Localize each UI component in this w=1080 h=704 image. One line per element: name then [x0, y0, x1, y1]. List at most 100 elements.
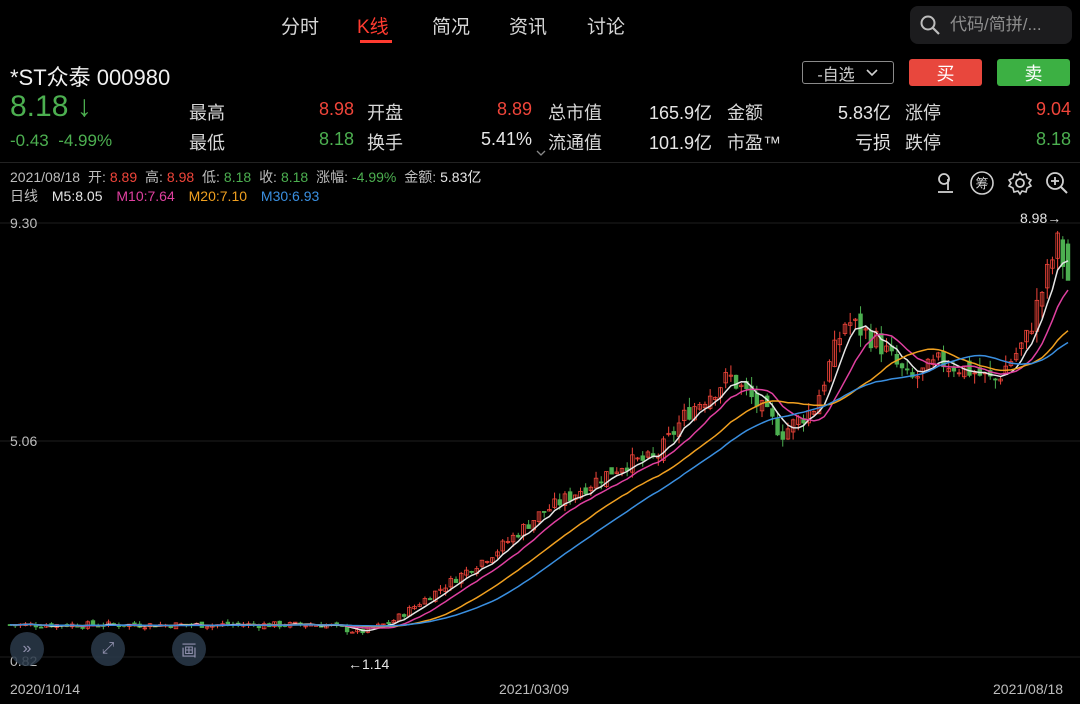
- draw-button[interactable]: 画: [172, 632, 206, 666]
- watchlist-dropdown[interactable]: -自选: [802, 61, 894, 84]
- down-arrow-icon: ↓: [76, 90, 92, 123]
- buy-button[interactable]: 买: [909, 59, 982, 86]
- turnover-value: 5.41%: [480, 129, 532, 149]
- double-chevron-icon: »: [22, 640, 32, 657]
- active-tab-indicator: [360, 40, 392, 43]
- candle-body: [80, 627, 85, 629]
- market-cap-label: 总市值: [548, 103, 602, 123]
- stock-title: *ST众泰 000980: [10, 65, 171, 90]
- kline-chart[interactable]: [0, 205, 1080, 680]
- period-high-label: 8.98→: [1020, 210, 1062, 226]
- zoom-in-icon[interactable]: [1044, 170, 1070, 196]
- candle-body: [775, 418, 780, 436]
- candle-body: [780, 431, 785, 440]
- expand-icon: ⤢: [101, 640, 115, 657]
- candle-body: [541, 511, 547, 513]
- sell-button[interactable]: 卖: [997, 59, 1070, 86]
- candle-body: [609, 467, 614, 475]
- chip-distribution-icon[interactable]: 筹: [969, 170, 995, 196]
- candle-body: [640, 455, 645, 461]
- high-value: 8.98: [318, 99, 354, 119]
- candle-body: [516, 534, 521, 538]
- float-cap-label: 流通值: [548, 133, 602, 153]
- watchlist-label: -自选: [817, 66, 855, 84]
- candle-body: [567, 491, 573, 502]
- gear-icon[interactable]: [1007, 170, 1033, 196]
- amount-label: 金额: [727, 103, 763, 123]
- tab-kline[interactable]: K线: [357, 12, 389, 39]
- low-label: 最低: [189, 133, 225, 153]
- candle-body: [671, 431, 677, 435]
- candle-body: [557, 499, 562, 506]
- draw-line-icon[interactable]: [933, 170, 959, 196]
- turnover-label: 换手: [367, 133, 403, 153]
- float-cap-value: 101.9亿: [648, 133, 712, 153]
- period-label: 日线: [10, 188, 38, 204]
- low-value: 8.18: [318, 129, 354, 149]
- expand-chevron-icon[interactable]: [535, 150, 547, 158]
- x-axis-end-date: 2021/08/18: [993, 681, 1064, 697]
- ma10-line: [9, 289, 1069, 629]
- divider: [0, 162, 1080, 163]
- candle-body: [386, 622, 391, 625]
- search-box[interactable]: [910, 6, 1072, 44]
- svg-text:筹: 筹: [975, 176, 988, 192]
- candle-body: [951, 367, 957, 372]
- ma-legend: 日线 M5:8.05 M10:7.64 M20:7.10 M30:6.93: [10, 186, 329, 206]
- ma-lines-group: [9, 260, 1069, 632]
- candle-body: [993, 378, 998, 381]
- limit-up-value: 9.04: [1035, 99, 1071, 119]
- price-change: -0.43 -4.99%: [10, 131, 113, 150]
- candle-body: [687, 407, 692, 420]
- limit-up-label: 涨停: [905, 103, 941, 123]
- open-value: 8.89: [496, 99, 532, 119]
- pe-label: 市盈™: [727, 133, 781, 153]
- tab-news[interactable]: 资讯: [509, 12, 547, 39]
- open-label: 开盘: [367, 103, 403, 123]
- ma5-label: M5:8.05: [51, 188, 103, 204]
- candle-body: [427, 598, 433, 601]
- ma30-label: M30:6.93: [260, 188, 320, 204]
- tab-discussion[interactable]: 讨论: [587, 12, 625, 39]
- pe-value: 亏损: [855, 133, 891, 153]
- high-label: 最高: [189, 103, 225, 123]
- tab-minute[interactable]: 分时: [281, 12, 319, 39]
- candle-body: [583, 487, 588, 495]
- candle-body: [770, 408, 775, 417]
- ma30-line: [9, 341, 1069, 627]
- search-input[interactable]: [948, 14, 1072, 36]
- ma10-label: M10:7.64: [116, 188, 175, 204]
- amount-value: 5.83亿: [837, 103, 891, 123]
- ma20-line: [9, 330, 1069, 628]
- candle-body: [599, 481, 604, 484]
- ohlc-info-bar: 2021/08/18 开: 8.89 高: 8.98 低: 8.18 收: 8.18 涨…: [10, 169, 482, 185]
- candle-body: [733, 374, 739, 389]
- x-axis-mid-date: 2021/03/09: [499, 681, 570, 697]
- candle-body: [905, 368, 910, 371]
- tab-profile[interactable]: 简况: [432, 12, 470, 39]
- chevron-down-icon: [866, 68, 878, 76]
- ma20-label: M20:7.10: [188, 188, 248, 204]
- collapse-panel-button[interactable]: »: [10, 632, 44, 666]
- draw-icon: 画: [180, 643, 197, 660]
- market-cap-value: 165.9亿: [648, 103, 712, 123]
- candle-body: [899, 363, 905, 369]
- limit-down-value: 8.18: [1035, 129, 1071, 149]
- candle-body: [754, 392, 760, 407]
- ma5-line: [9, 260, 1069, 632]
- limit-down-label: 跌停: [905, 133, 941, 153]
- candle-body: [401, 614, 407, 617]
- search-icon: [920, 15, 940, 35]
- x-axis-start-date: 2020/10/14: [10, 681, 81, 697]
- y-axis-mid-label: 5.06: [10, 433, 38, 449]
- candle-body: [858, 313, 863, 336]
- y-axis-max-label: 9.30: [10, 215, 38, 231]
- candle-body: [526, 524, 531, 529]
- candle-body: [38, 626, 44, 629]
- period-low-label: ←1.14: [348, 656, 390, 672]
- last-price: 8.18 ↓: [10, 90, 92, 123]
- fullscreen-button[interactable]: ⤢: [91, 632, 125, 666]
- candle-body: [469, 570, 474, 573]
- candle-body: [453, 578, 459, 583]
- candles-group: [7, 230, 1071, 635]
